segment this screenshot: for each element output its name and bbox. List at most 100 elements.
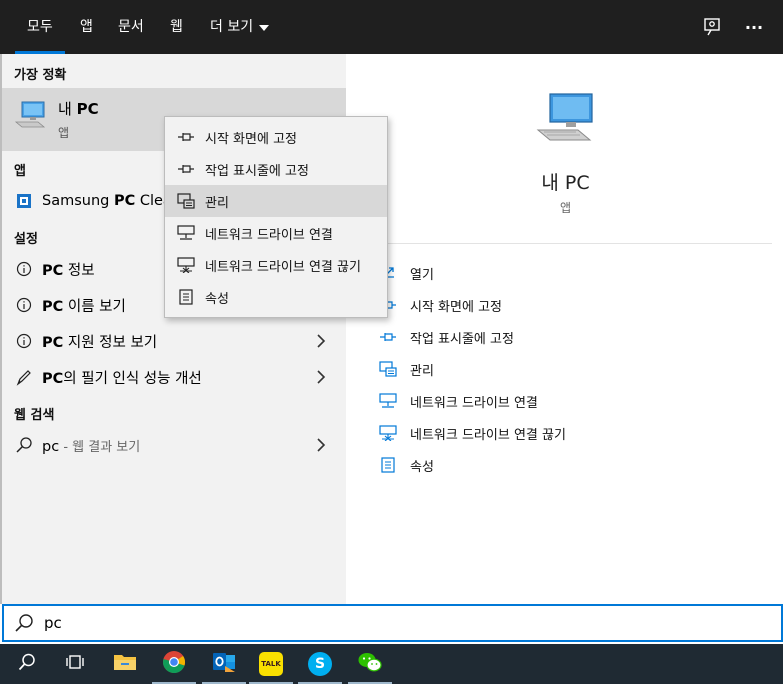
settings-header: 설정 <box>14 232 38 247</box>
taskbar-search-button[interactable] <box>3 644 51 684</box>
outlook-icon <box>211 650 237 678</box>
tab-apps-label: 앱 <box>80 19 93 35</box>
list-item-label: Samsung PC Clea <box>42 193 172 209</box>
tab-more-label: 더 보기 <box>210 19 254 35</box>
tab-apps[interactable]: 앱 <box>80 0 93 54</box>
menu-item-label: 관리 <box>205 195 229 211</box>
list-item-label: PC 정보 <box>42 259 95 280</box>
action-disconnect-network-drive[interactable]: 네트워크 드라이브 연결 끊기 <box>378 418 566 448</box>
taskbar-file-explorer[interactable] <box>101 644 149 684</box>
network-drive-disconnect-icon <box>177 256 195 274</box>
taskbar-task-view-button[interactable] <box>51 644 99 684</box>
menu-item-manage[interactable]: 관리 <box>165 185 387 217</box>
more-options-glyph: ··· <box>744 17 764 37</box>
skype-letter: S <box>314 656 326 672</box>
properties-icon <box>378 455 398 475</box>
search-input[interactable]: pc <box>44 614 62 632</box>
menu-item-properties[interactable]: 속성 <box>165 281 387 313</box>
best-match-header: 가장 정확 <box>14 68 67 83</box>
info-icon <box>14 259 34 279</box>
tab-documents-label: 문서 <box>118 19 144 35</box>
manage-icon <box>378 359 398 379</box>
context-menu: 시작 화면에 고정 작업 표시줄에 고정 관리 네트워크 드라이브 연결 네트워… <box>164 116 388 318</box>
best-match-title-prefix: 내 <box>58 100 77 118</box>
pen-icon <box>14 367 34 387</box>
manage-icon <box>177 192 195 210</box>
web-query: pc <box>42 438 60 455</box>
taskbar-kakaotalk[interactable]: TALK <box>247 644 295 684</box>
chevron-right-icon[interactable] <box>316 437 326 457</box>
action-label: 네트워크 드라이브 연결 <box>410 395 538 411</box>
network-drive-icon <box>177 224 195 242</box>
more-options-icon[interactable]: ··· <box>742 15 766 39</box>
action-pin-start[interactable]: 시작 화면에 고정 <box>378 290 502 320</box>
taskbar-skype[interactable]: S <box>296 644 344 684</box>
search-icon <box>14 435 34 455</box>
search-scope-tabs: 모두 앱 문서 웹 더 보기 ··· <box>0 0 783 54</box>
detail-subtitle: 앱 <box>559 201 572 215</box>
tab-more[interactable]: 더 보기 <box>210 0 270 54</box>
computer-icon <box>14 100 48 134</box>
search-box[interactable]: pc <box>2 604 783 642</box>
action-map-network-drive[interactable]: 네트워크 드라이브 연결 <box>378 386 538 416</box>
best-match-subtitle: 앱 <box>58 126 70 140</box>
properties-icon <box>177 288 195 306</box>
action-pin-taskbar[interactable]: 작업 표시줄에 고정 <box>378 322 514 352</box>
taskbar-chrome[interactable] <box>150 644 198 684</box>
label-prefix: Samsung <box>42 193 114 209</box>
menu-item-pin-start[interactable]: 시작 화면에 고정 <box>165 121 387 153</box>
menu-item-label: 네트워크 드라이브 연결 끊기 <box>205 259 361 275</box>
detail-pane: 내 PC 앱 열기 시작 화면에 고정 작업 표시줄에 고정 관리 네트워크 드… <box>358 68 773 603</box>
action-properties[interactable]: 속성 <box>378 450 434 480</box>
search-icon <box>17 652 37 676</box>
list-item-handwriting[interactable]: PC의 필기 인식 성능 개선 <box>2 359 346 395</box>
action-label: 네트워크 드라이브 연결 끊기 <box>410 427 566 443</box>
menu-item-disconnect-network-drive[interactable]: 네트워크 드라이브 연결 끊기 <box>165 249 387 281</box>
chevron-right-icon[interactable] <box>316 369 326 389</box>
apps-header: 앱 <box>14 164 26 179</box>
network-drive-icon <box>378 391 398 411</box>
tab-web[interactable]: 웹 <box>170 0 183 54</box>
action-label: 시작 화면에 고정 <box>410 299 502 315</box>
label-suffix: 지원 정보 보기 <box>63 334 158 351</box>
label-suffix: 이름 보기 <box>63 298 126 315</box>
label-suffix: 정보 <box>63 262 95 279</box>
menu-item-map-network-drive[interactable]: 네트워크 드라이브 연결 <box>165 217 387 249</box>
tab-documents[interactable]: 문서 <box>118 0 144 54</box>
pin-icon <box>177 128 195 146</box>
taskbar: TALK S <box>0 644 783 684</box>
taskbar-wechat[interactable] <box>346 644 394 684</box>
action-manage[interactable]: 관리 <box>378 354 434 384</box>
kakaotalk-icon: TALK <box>259 652 283 676</box>
action-label: 속성 <box>410 459 434 475</box>
chevron-right-icon[interactable] <box>316 333 326 353</box>
feedback-icon[interactable] <box>700 15 724 39</box>
label-bold: PC <box>42 262 64 279</box>
label-bold: PC <box>42 334 64 351</box>
skype-icon: S <box>308 652 332 676</box>
detail-title: 내 PC <box>541 172 590 194</box>
kakaotalk-label: TALK <box>261 660 281 668</box>
list-item-pc-support-info[interactable]: PC 지원 정보 보기 <box>2 323 346 359</box>
network-drive-disconnect-icon <box>378 423 398 443</box>
web-search-header: 웹 검색 <box>14 408 55 423</box>
menu-item-pin-taskbar[interactable]: 작업 표시줄에 고정 <box>165 153 387 185</box>
list-item-web-search[interactable]: pc - 웹 결과 보기 <box>2 427 346 463</box>
chevron-down-icon <box>259 25 270 31</box>
action-label: 열기 <box>410 267 434 283</box>
menu-item-label: 작업 표시줄에 고정 <box>205 163 309 179</box>
label-bold: PC <box>42 298 64 315</box>
chrome-icon <box>162 650 186 678</box>
menu-item-label: 시작 화면에 고정 <box>205 131 297 147</box>
best-match-title: 내 PC <box>58 98 99 119</box>
label-bold: PC <box>42 370 64 387</box>
taskbar-outlook[interactable] <box>200 644 248 684</box>
info-icon <box>14 295 34 315</box>
search-icon <box>12 613 36 633</box>
tab-web-label: 웹 <box>170 19 183 35</box>
menu-item-label: 속성 <box>205 291 229 307</box>
list-item-label: PC 이름 보기 <box>42 295 126 316</box>
tab-all[interactable]: 모두 <box>15 0 65 54</box>
list-item-label: PC 지원 정보 보기 <box>42 331 157 352</box>
best-match-title-bold: PC <box>76 100 99 118</box>
